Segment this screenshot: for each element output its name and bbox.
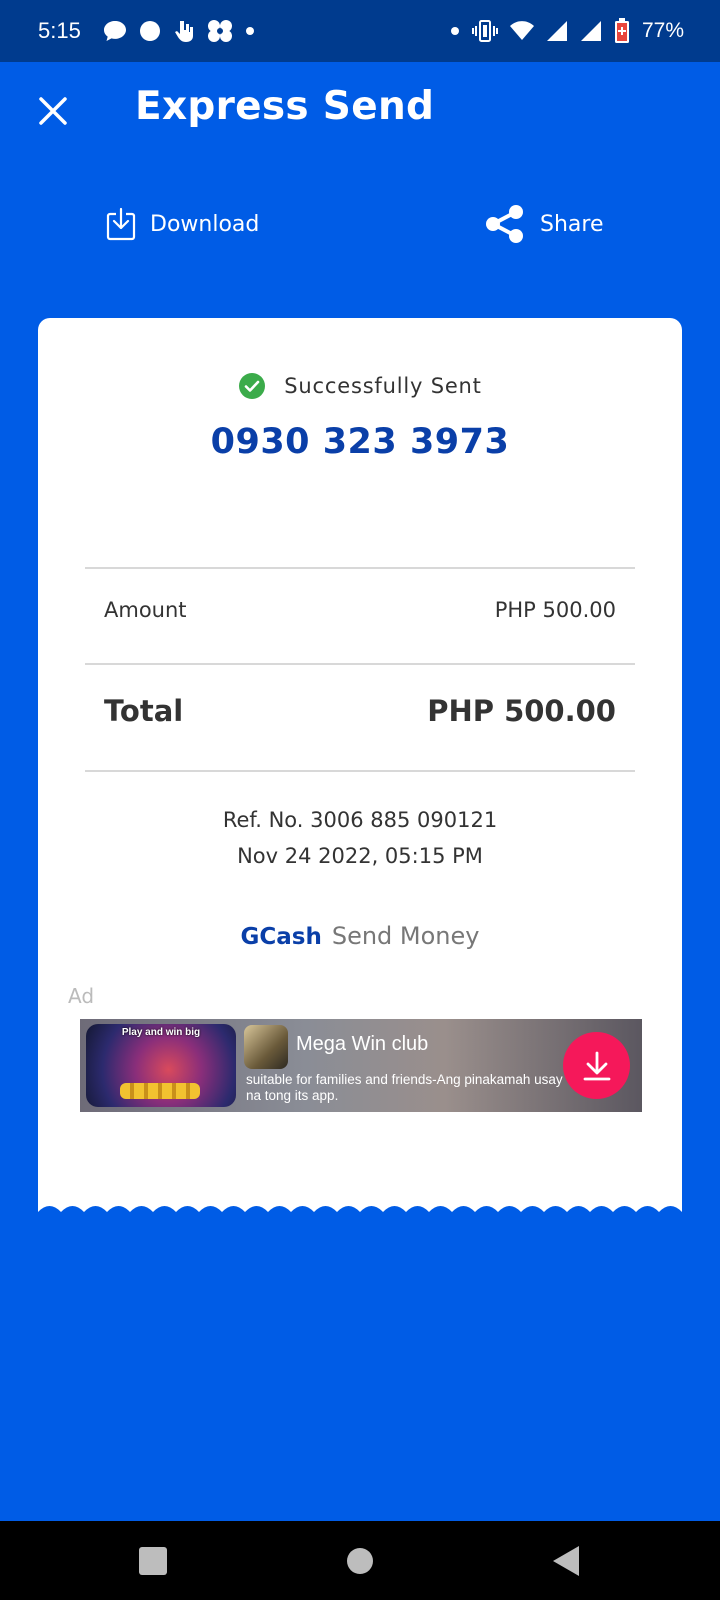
receipt-card: Successfully Sent 0930 323 3973 Amount P…	[38, 318, 682, 1200]
dot-icon	[450, 26, 460, 36]
battery-percent: 77%	[641, 19, 684, 42]
signal-icon	[546, 20, 568, 42]
divider	[85, 567, 635, 569]
hand-app-icon	[173, 19, 195, 43]
download-label: Download	[150, 211, 260, 237]
success-text: Successfully Sent	[284, 374, 482, 398]
divider	[85, 663, 635, 665]
download-icon	[106, 207, 136, 241]
ad-thumbnail: Play and win big	[86, 1024, 236, 1107]
success-status: Successfully Sent	[38, 372, 682, 400]
check-circle-icon	[239, 373, 266, 399]
recipient-number: 0930 323 3973	[210, 422, 510, 462]
download-arrow-icon	[583, 1051, 610, 1080]
vibrate-icon	[471, 20, 498, 42]
receipt-zigzag-edge	[38, 1194, 682, 1212]
amount-value: PHP 500.00	[494, 598, 616, 622]
total-label: Total	[104, 694, 184, 728]
ad-thumbnail-text: Play and win big	[121, 1027, 201, 1038]
brand-footer: GCash Send Money	[38, 922, 682, 950]
divider	[85, 770, 635, 772]
fan-app-icon	[207, 19, 233, 43]
service-name: Send Money	[331, 922, 480, 950]
home-button[interactable]	[340, 1541, 380, 1581]
ad-label: Ad	[68, 984, 95, 1008]
share-icon	[486, 205, 523, 243]
total-row: Total PHP 500.00	[104, 694, 616, 728]
circle-icon	[347, 1548, 373, 1574]
status-left: 5:15	[38, 18, 255, 44]
square-icon	[139, 1547, 167, 1575]
wifi-icon	[509, 21, 534, 41]
dot-icon	[245, 26, 255, 36]
ad-description: suitable for families and friends-Ang pi…	[246, 1072, 563, 1103]
close-icon	[39, 97, 67, 125]
ad-download-button[interactable]	[563, 1032, 630, 1099]
battery-icon	[614, 18, 630, 44]
signal-icon	[580, 20, 602, 42]
share-label: Share	[540, 211, 604, 237]
amount-label: Amount	[104, 598, 187, 622]
ad-app-name: Mega Win club	[296, 1033, 429, 1055]
reference-number: Ref. No. 3006 885 090121	[222, 808, 498, 832]
share-button[interactable]: Share	[484, 200, 604, 248]
chat-bubble-icon	[103, 20, 127, 42]
brand-name: GCash	[240, 924, 322, 950]
ad-banner[interactable]: Play and win big Mega Win club suitable …	[80, 1019, 642, 1112]
amount-row: Amount PHP 500.00	[104, 598, 616, 622]
back-button[interactable]	[546, 1541, 586, 1581]
ad-app-icon	[244, 1025, 288, 1069]
page-title: Express Send	[135, 84, 435, 129]
coins-graphic	[120, 1083, 200, 1099]
recents-button[interactable]	[133, 1541, 173, 1581]
triangle-back-icon	[553, 1546, 579, 1576]
app-bar: Express Send	[0, 62, 720, 162]
status-bar: 5:15 77%	[0, 0, 720, 62]
circle-app-icon	[139, 20, 161, 42]
transaction-datetime: Nov 24 2022, 05:15 PM	[237, 844, 483, 868]
navigation-bar	[0, 1521, 720, 1600]
download-button[interactable]: Download	[106, 200, 259, 248]
status-right: 77%	[450, 18, 684, 44]
status-time: 5:15	[38, 18, 81, 43]
total-value: PHP 500.00	[427, 694, 616, 728]
close-button[interactable]	[28, 86, 78, 136]
